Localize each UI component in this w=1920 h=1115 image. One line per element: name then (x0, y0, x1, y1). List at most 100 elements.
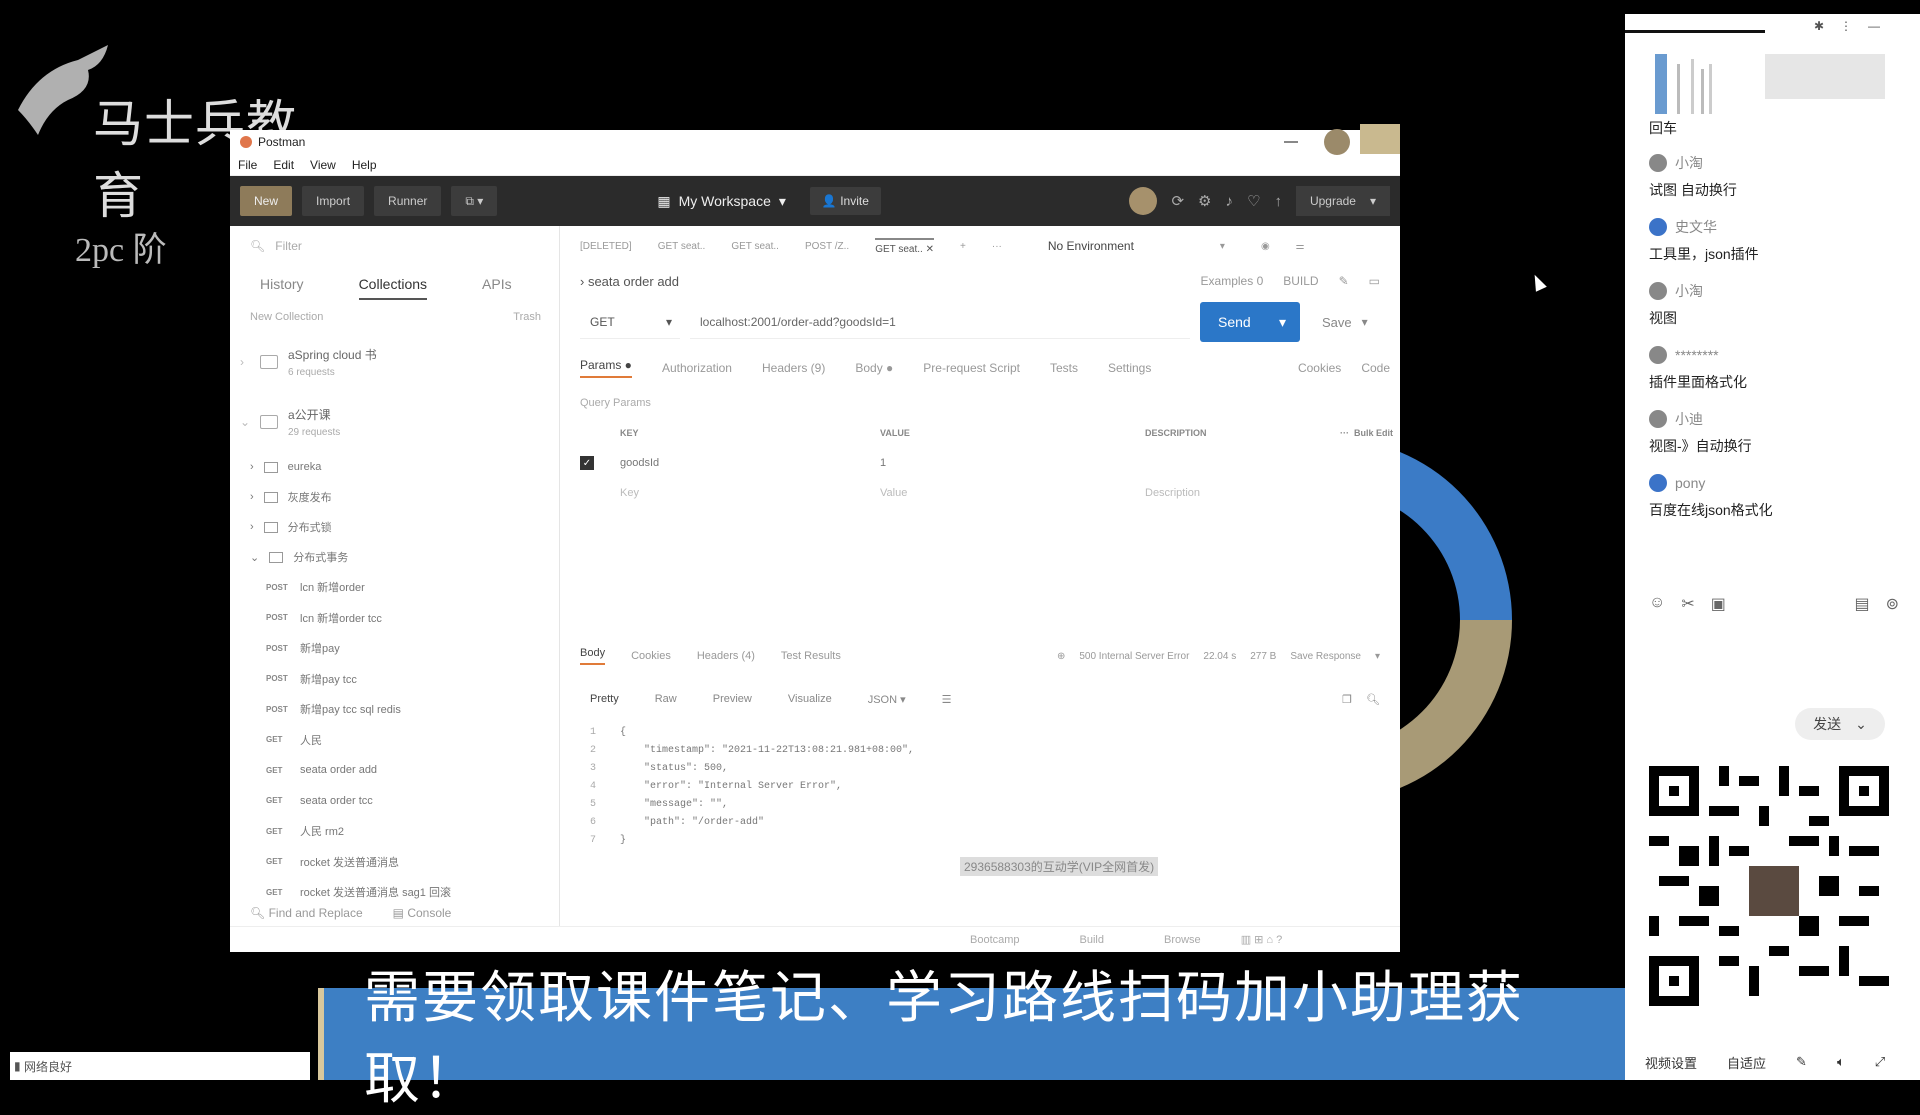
cookies-link[interactable]: Cookies (1298, 361, 1341, 375)
bulk-edit-link[interactable]: ··· Bulk Edit (1340, 428, 1420, 438)
avatar[interactable] (1649, 154, 1667, 172)
request-item[interactable]: POST 新增pay tcc sql redis (230, 694, 559, 725)
search-icon[interactable]: 🔍︎ (1366, 693, 1380, 706)
pin-icon[interactable]: ✱ (1814, 19, 1824, 33)
avatar[interactable] (1649, 346, 1667, 364)
wrap-icon[interactable]: ☰ (942, 693, 952, 706)
chevron-down-icon[interactable]: ▾ (1220, 241, 1225, 252)
find-replace-button[interactable]: 🔍︎ Find and Replace (250, 906, 363, 920)
format-preview[interactable]: Preview (713, 693, 752, 705)
param-value[interactable]: 1 (880, 457, 1145, 469)
avatar[interactable] (1649, 410, 1667, 428)
tab-settings[interactable]: Settings (1108, 361, 1151, 375)
menu-help[interactable]: Help (352, 158, 377, 172)
format-visualize[interactable]: Visualize (788, 693, 832, 705)
new-collection-button[interactable]: New Collection (250, 311, 323, 323)
response-tab-cookies[interactable]: Cookies (631, 650, 671, 662)
request-tab-active[interactable]: GET seat.. ✕ (875, 237, 935, 255)
request-tab[interactable]: GET seat.. (658, 241, 706, 252)
key-placeholder[interactable]: Key (620, 487, 880, 499)
new-button[interactable]: New (240, 186, 293, 216)
browse-button[interactable]: Browse (1164, 934, 1201, 946)
url-input[interactable]: localhost:2001/order-add?goodsId=1 (690, 305, 1190, 339)
tab-apis[interactable]: APIs (482, 276, 512, 292)
invite-button[interactable]: 👤 Invite (809, 187, 881, 215)
upload-icon[interactable]: ↑ (1274, 193, 1282, 210)
send-message-button[interactable]: 发送 ⌄ (1795, 708, 1885, 740)
tab-body[interactable]: Body ● (855, 361, 893, 375)
satellite-icon[interactable]: ⟳ (1171, 192, 1184, 210)
format-pretty[interactable]: Pretty (590, 693, 619, 705)
avatar[interactable] (1649, 282, 1667, 300)
image-icon[interactable]: ▣ (1711, 594, 1726, 614)
param-key[interactable]: goodsId (620, 457, 880, 469)
value-placeholder[interactable]: Value (880, 487, 1145, 499)
tab-tests[interactable]: Tests (1050, 361, 1078, 375)
tab-history[interactable]: History (260, 276, 304, 292)
sliders-icon[interactable]: ⚌ (1296, 241, 1305, 252)
emoji-icon[interactable]: ☺ (1649, 594, 1665, 614)
menu-edit[interactable]: Edit (273, 158, 294, 172)
tab-headers[interactable]: Headers (9) (762, 361, 825, 375)
build-label[interactable]: BUILD (1283, 274, 1318, 288)
tab-pre-request-script[interactable]: Pre-request Script (923, 361, 1020, 375)
request-tab[interactable]: [DELETED] (580, 241, 632, 252)
import-button[interactable]: Import (302, 186, 365, 216)
sync-icon[interactable] (1129, 187, 1158, 215)
save-button[interactable]: Save (1310, 315, 1352, 330)
copy-icon[interactable]: ❐ (1342, 693, 1352, 706)
request-tab[interactable]: POST /Z.. (805, 241, 849, 252)
new-window-button[interactable]: ⧉ ▾ (451, 186, 498, 216)
settings-icon[interactable]: ⚙ (1198, 192, 1211, 210)
upgrade-button[interactable]: Upgrade ▾ (1295, 186, 1390, 216)
bell-icon[interactable]: ♪ (1225, 193, 1233, 210)
add-tab-icon[interactable]: + (960, 241, 966, 252)
collection-item[interactable]: › aSpring cloud 书 6 requests (230, 332, 559, 392)
tab-collections[interactable]: Collections (358, 276, 428, 300)
response-tab-headers[interactable]: Headers (4) (697, 650, 755, 662)
request-item[interactable]: POST 新增pay tcc (230, 664, 559, 695)
folder-item[interactable]: › eureka (230, 452, 559, 482)
avatar[interactable] (1324, 129, 1350, 155)
chevron-down-icon[interactable]: ▾ (1279, 314, 1286, 331)
request-item[interactable]: GET seata order tcc (230, 786, 559, 817)
request-item[interactable]: GET seata order add (230, 755, 559, 786)
build-button[interactable]: Build (1080, 934, 1104, 946)
gift-icon[interactable]: ⊚ (1886, 594, 1899, 614)
chevron-down-icon[interactable]: ▾ (1375, 651, 1380, 662)
request-item[interactable]: GET 人民 (230, 725, 559, 756)
volume-icon[interactable]: 🔈︎ (1837, 1054, 1845, 1070)
more-icon[interactable]: ··· (1340, 428, 1354, 438)
minimize-icon[interactable]: — (1868, 19, 1880, 33)
method-select[interactable]: GET ▾ (580, 305, 680, 339)
workspace-selector[interactable]: ▦ My Workspace ▾ (657, 193, 786, 210)
video-settings-button[interactable]: 视频设置 (1645, 1053, 1697, 1072)
menu-icon[interactable]: ⋮ (1840, 19, 1852, 33)
menu-view[interactable]: View (310, 158, 336, 172)
fullscreen-icon[interactable]: ⤢ (1875, 1054, 1885, 1070)
format-json-select[interactable]: JSON ▾ (868, 693, 906, 706)
avatar[interactable] (1649, 218, 1667, 236)
folder-item[interactable]: ⌄ 分布式事务 (230, 542, 559, 572)
chevron-down-icon[interactable]: ▾ (1362, 315, 1368, 329)
collection-item[interactable]: ⌄ a公开课 29 requests (230, 392, 559, 452)
filter-field[interactable]: 🔍︎ Filter (230, 226, 559, 266)
save-response-button[interactable]: Save Response (1290, 651, 1361, 662)
request-item[interactable]: GET 人民 rm2 (230, 816, 559, 847)
code-link[interactable]: Code (1361, 361, 1390, 375)
tab-params[interactable]: Params ● (580, 358, 632, 378)
menu-file[interactable]: File (238, 158, 257, 172)
description-placeholder[interactable]: Description (1145, 487, 1340, 499)
file-icon[interactable]: ▤ (1854, 594, 1869, 614)
request-tab[interactable]: GET seat.. (731, 241, 779, 252)
close-icon[interactable]: ✕ (926, 244, 934, 255)
bootcamp-button[interactable]: Bootcamp (970, 934, 1020, 946)
adaptive-button[interactable]: 自适应 (1727, 1053, 1766, 1072)
avatar[interactable] (1649, 474, 1667, 492)
folder-item[interactable]: › 分布式锁 (230, 512, 559, 542)
format-raw[interactable]: Raw (655, 693, 677, 705)
runner-button[interactable]: Runner (374, 186, 442, 216)
response-tab-test-results[interactable]: Test Results (781, 650, 841, 662)
examples-dropdown[interactable]: Examples 0 (1201, 274, 1264, 288)
more-icon[interactable]: ··· (992, 241, 1002, 252)
